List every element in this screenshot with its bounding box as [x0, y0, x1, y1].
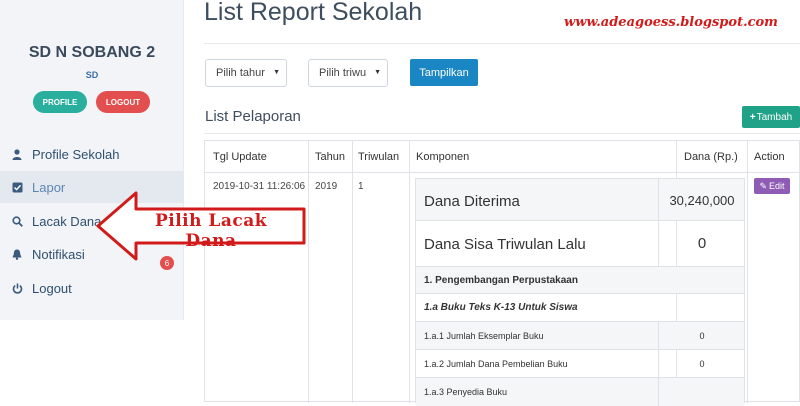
column-divider: [352, 141, 353, 403]
show-button[interactable]: Tampilkan: [410, 59, 478, 86]
column-divider: [308, 141, 309, 403]
sidebar: SD N SOBANG 2 SD PROFILE LOGOUT Profile …: [0, 0, 184, 320]
component-table: Dana Diterima 30,240,000 Dana Sisa Triwu…: [415, 178, 745, 406]
annotation-label: Pilih Lacak Dana: [154, 211, 268, 251]
component-row: 1.a.3 Penyedia Buku: [416, 378, 744, 406]
cell-divider: [658, 378, 659, 406]
report-table: Tgl Update Tahun Triwulan Komponen Dana …: [204, 140, 800, 406]
cell-divider: [658, 350, 659, 377]
search-icon: [10, 214, 24, 228]
component-row: Dana Sisa Triwulan Lalu 0: [416, 221, 744, 267]
annotation-arrow: Pilih Lacak Dana: [96, 188, 308, 264]
edit-button[interactable]: ✎ Edit: [754, 178, 790, 194]
school-level: SD: [85, 70, 99, 80]
component-row: 1.a.2 Jumlah Dana Pembelian Buku 0: [416, 350, 744, 378]
list-divider: [204, 133, 800, 134]
component-label: Dana Diterima: [424, 193, 520, 210]
quarter-select-value: Pilih triwu: [319, 67, 367, 79]
sidebar-item-label: Lacak Dana: [32, 213, 102, 229]
cell-divider: [658, 221, 659, 266]
list-title: List Pelaporan: [205, 108, 301, 125]
caret-down-icon: ▼: [374, 69, 381, 76]
sidebar-item-profile-sekolah[interactable]: Profile Sekolah: [0, 138, 184, 170]
logout-button[interactable]: LOGOUT: [96, 91, 150, 113]
column-header: Tgl Update: [213, 151, 267, 163]
plus-icon: +: [749, 111, 756, 123]
cell-divider: [658, 322, 659, 349]
caret-down-icon: ▼: [273, 69, 280, 76]
cell-quarter: 1: [358, 181, 364, 192]
cell-year: 2019: [315, 181, 338, 192]
component-label: 1. Pengembangan Perpustakaan: [424, 275, 578, 286]
quarter-select[interactable]: Pilih triwu ▼: [308, 59, 388, 87]
sidebar-item-label: Profile Sekolah: [32, 146, 120, 162]
column-divider: [747, 141, 748, 403]
power-icon: [10, 281, 24, 295]
column-header: Tahun: [315, 151, 345, 163]
component-value: 0: [697, 235, 707, 252]
component-value: 0: [699, 331, 705, 341]
check-square-icon: [10, 180, 24, 194]
edit-icon: ✎: [759, 180, 768, 191]
component-label: 1.a.2 Jumlah Dana Pembelian Buku: [424, 359, 568, 369]
component-label: Dana Sisa Triwulan Lalu: [424, 236, 586, 253]
cell-divider: [658, 179, 659, 220]
add-button-label: Tambah: [756, 111, 793, 123]
bell-icon: [10, 247, 24, 261]
component-row: 1. Pengembangan Perpustakaan: [416, 267, 744, 294]
component-value: 30,240,000: [669, 193, 735, 208]
component-row: 1.a.1 Jumlah Eksemplar Buku 0: [416, 322, 744, 350]
sidebar-item-label: Lapor: [32, 179, 66, 195]
component-value: 0: [699, 359, 705, 369]
component-row: Dana Diterima 30,240,000: [416, 179, 744, 221]
profile-button[interactable]: PROFILE: [33, 91, 87, 113]
column-header: Komponen: [416, 151, 470, 163]
column-header: Action: [754, 151, 785, 163]
column-divider: [409, 141, 410, 403]
user-icon: [10, 147, 24, 161]
year-select-value: Pilih tahur: [216, 67, 265, 79]
year-select[interactable]: Pilih tahur ▼: [205, 59, 287, 87]
column-header: Triwulan: [358, 151, 400, 163]
title-divider: [204, 43, 800, 44]
sidebar-item-logout[interactable]: Logout: [0, 272, 184, 304]
sidebar-item-label: Logout: [32, 280, 72, 296]
header-divider: [205, 172, 800, 173]
school-name: SD N SOBANG 2: [28, 44, 156, 61]
component-row: 1.a Buku Teks K-13 Untuk Siswa: [416, 294, 744, 322]
component-label: 1.a.1 Jumlah Eksemplar Buku: [424, 331, 544, 341]
column-header: Dana (Rp.): [684, 151, 738, 163]
component-label: 1.a Buku Teks K-13 Untuk Siswa: [424, 302, 578, 313]
edit-button-label: Edit: [769, 181, 785, 191]
sidebar-item-label: Notifikasi: [32, 246, 85, 262]
page-title: List Report Sekolah: [204, 0, 423, 26]
add-button[interactable]: + Tambah: [742, 106, 800, 128]
blog-watermark: www.adeagoess.blogspot.com: [564, 15, 778, 30]
component-label: 1.a.3 Penyedia Buku: [424, 387, 508, 397]
